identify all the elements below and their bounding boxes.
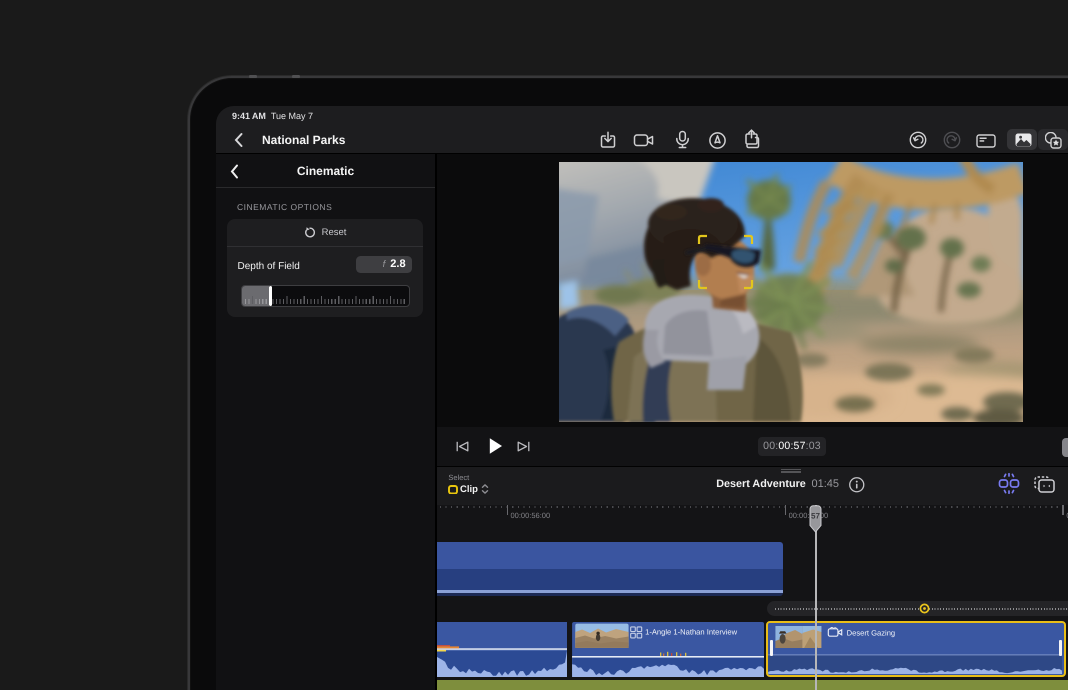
svg-text:57: 57: [811, 511, 820, 520]
svg-text:1-Angle 1-Nathan Interview: 1-Angle 1-Nathan Interview: [645, 627, 738, 636]
svg-text:Desert Gazing: Desert Gazing: [847, 628, 896, 637]
